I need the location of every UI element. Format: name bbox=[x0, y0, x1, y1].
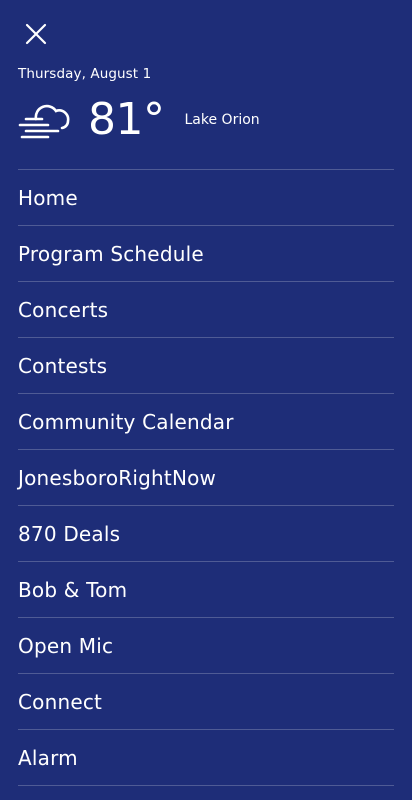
menu-item-program-schedule[interactable]: Program Schedule bbox=[18, 226, 394, 282]
menu-item-bob-and-tom[interactable]: Bob & Tom bbox=[18, 562, 394, 618]
menu-item-contests[interactable]: Contests bbox=[18, 338, 394, 394]
menu-item-jonesbororightnow[interactable]: JonesboroRightNow bbox=[18, 450, 394, 506]
nav-menu: Home Program Schedule Concerts Contests … bbox=[18, 169, 394, 786]
menu-item-open-mic[interactable]: Open Mic bbox=[18, 618, 394, 674]
fog-cloud-icon bbox=[18, 104, 70, 139]
weather-widget: 81° Lake Orion bbox=[18, 94, 260, 146]
menu-item-home[interactable]: Home bbox=[18, 170, 394, 226]
menu-item-concerts[interactable]: Concerts bbox=[18, 282, 394, 338]
menu-item-alarm[interactable]: Alarm bbox=[18, 730, 394, 786]
weather-date: Thursday, August 1 bbox=[18, 66, 152, 82]
menu-item-connect[interactable]: Connect bbox=[18, 674, 394, 730]
menu-item-community-calendar[interactable]: Community Calendar bbox=[18, 394, 394, 450]
close-menu-button[interactable] bbox=[20, 18, 52, 50]
weather-location: Lake Orion bbox=[184, 112, 260, 128]
temperature: 81° bbox=[88, 94, 165, 145]
close-icon bbox=[25, 23, 47, 45]
menu-item-870-deals[interactable]: 870 Deals bbox=[18, 506, 394, 562]
